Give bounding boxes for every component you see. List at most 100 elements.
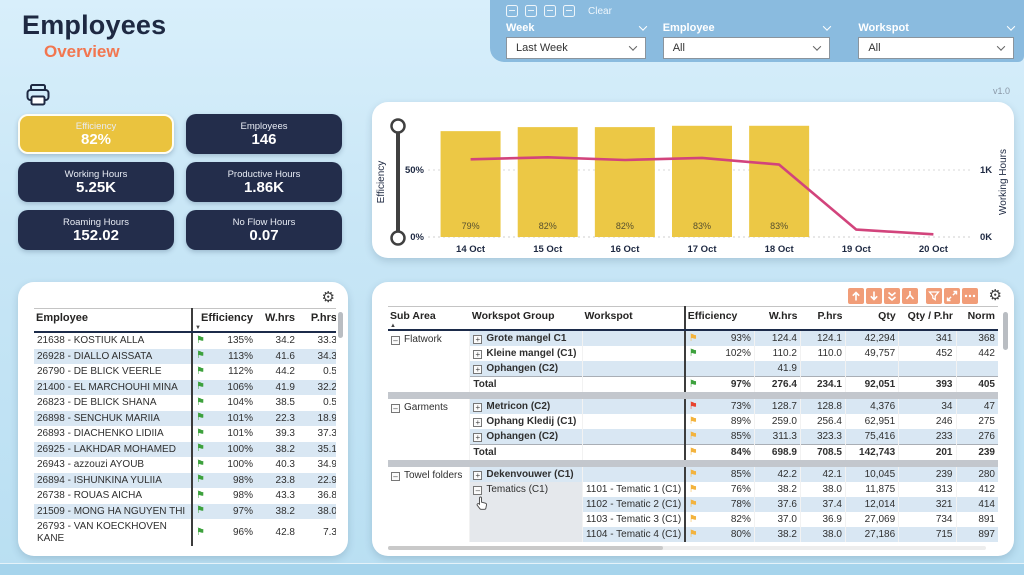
employee-row[interactable]: 26738 - ROUAS AICHA⚑98%43.336.8 [34,488,336,504]
collapse-icon[interactable]: – [391,404,400,413]
column-header-norm[interactable]: Norm [956,307,998,331]
employee-filter-header[interactable]: Employee [663,20,831,35]
date-preset-icon-1-icon[interactable] [506,5,518,17]
employee-row[interactable]: 21400 - EL MARCHOUHI MINA⚑106%41.932.2 [34,380,336,396]
employee-row[interactable]: 26943 - azzouzi AYOUB⚑100%40.334.9 [34,457,336,473]
employee-row[interactable]: 26793 - VAN KOECKHOVEN KANE⚑96%42.87.3 [34,519,336,546]
workspot-row[interactable]: +Kleine mangel (C1)⚑102%110.2110.049,757… [388,346,998,361]
flag-icon: ⚑ [689,500,698,510]
workspot-row[interactable]: –Garments+Metricon (C2)⚑73%128.7128.84,3… [388,399,998,414]
column-header-qty[interactable]: Qty [845,307,898,331]
workspot-row[interactable]: +Ophangen (C2)⚑85%311.3323.375,416233276 [388,429,998,445]
expand-icon[interactable]: + [473,335,482,344]
expand-icon[interactable]: + [473,365,482,374]
efficiency-working-hours-chart[interactable]: EfficiencyWorking Hours50%0%1K0K79%82%82… [372,102,1014,258]
date-preset-icon-4-icon[interactable] [563,5,575,17]
vertical-scrollbar[interactable] [338,312,343,338]
employee-name-cell: 26925 - LAKHDAR MOHAMED [34,442,192,458]
kpi-card-roaming-hours[interactable]: Roaming Hours152.02 [18,210,174,250]
column-header-efficiency[interactable]: Efficiency▼ [192,309,256,333]
workspot-row[interactable]: +Ophangen (C2)41.9 [388,361,998,377]
gear-icon[interactable]: ⚙ [322,290,335,305]
collapse-icon[interactable]: – [391,472,400,481]
column-header-efficiency[interactable]: Efficiency [685,307,755,331]
column-header-workspotgroup[interactable]: Workspot Group [470,307,583,331]
kpi-card-productive-hours[interactable]: Productive Hours1.86K [186,162,342,202]
column-header-employee[interactable]: Employee [34,309,192,333]
focus-mode-button[interactable] [944,288,960,304]
efficiency-bars[interactable]: 79%82%82%83%83% [441,126,810,237]
employee-row[interactable]: 26898 - SENCHUK MARIIA⚑101%22.318.9 [34,411,336,427]
kpi-value: 0.07 [249,228,278,244]
week-filter: Week Last Week [506,20,646,59]
flag-icon: ⚑ [689,349,698,359]
workspot-row[interactable]: –Tematics (C1)1101 - Tematic 1 (C1)⚑76%3… [388,482,998,497]
employee-dropdown[interactable]: All [663,37,831,59]
efficiency-value: 84% [731,447,751,458]
column-header-whrs[interactable]: W.hrs [256,309,298,333]
employee-row[interactable]: 21638 - KOSTIUK ALLA⚑135%34.233.3 [34,332,336,349]
date-preset-icon-3-icon[interactable] [544,5,556,17]
horizontal-scrollbar[interactable] [388,546,986,550]
employee-row[interactable]: 21509 - MONG HA NGUYEN THI⚑97%38.238.0 [34,504,336,520]
efficiency-value: 101% [227,413,253,424]
workspot-dropdown[interactable]: All [858,37,1014,59]
norm-cell: 442 [956,346,998,361]
week-filter-header[interactable]: Week [506,20,646,35]
efficiency-cell: ⚑82% [685,512,755,527]
p-hrs-cell: 37.3 [298,426,336,442]
workspot-filter-header[interactable]: Workspot [858,20,1014,35]
expand-icon[interactable]: + [473,471,482,480]
go-to-next-level-button[interactable] [884,288,900,304]
workspot-row[interactable]: Total⚑84%698.9708.5142,743201239 [388,445,998,461]
p-hrs-cell: 22.9 [298,473,336,489]
column-header-workspot[interactable]: Workspot [582,307,684,331]
kpi-card-working-hours[interactable]: Working Hours5.25K [18,162,174,202]
drill-down-button[interactable] [866,288,882,304]
workspot-group-label: Ophangen (C2) [486,363,558,374]
employee-row[interactable]: 26925 - LAKHDAR MOHAMED⚑100%38.235.1 [34,442,336,458]
expand-icon[interactable]: + [473,433,482,442]
expand-icon[interactable]: + [473,350,482,359]
column-header-phrs[interactable]: P.hrs [800,307,845,331]
employee-table: EmployeeEfficiency▼W.hrsP.hrs21638 - KOS… [34,308,336,546]
employee-row[interactable]: 26928 - DIALLO AISSATA⚑113%41.634.3 [34,349,336,365]
drill-up-button[interactable] [848,288,864,304]
employee-row[interactable]: 26790 - DE BLICK VEERLE⚑112%44.20.5 [34,364,336,380]
employee-row[interactable]: 26893 - DIACHENKO LIDIIA⚑101%39.337.3 [34,426,336,442]
column-header-qtyphr[interactable]: Qty / P.hr [899,307,956,331]
right-axis-title: Working Hours [998,149,1009,215]
expand-icon[interactable]: + [473,403,482,412]
workspot-row[interactable]: Total⚑97%276.4234.192,051393405 [388,377,998,393]
flag-icon: ⚑ [196,351,205,361]
kpi-card-no-flow-hours[interactable]: No Flow Hours0.07 [186,210,342,250]
gear-icon[interactable]: ⚙ [989,288,1002,303]
expand-icon[interactable]: + [473,418,482,427]
kpi-card-efficiency[interactable]: Efficiency82% [18,114,174,154]
p-hrs-cell: 35.1 [298,442,336,458]
chart-zoom-slider[interactable] [392,120,405,245]
print-button[interactable] [25,83,51,110]
employee-row[interactable]: 26823 - DE BLICK SHANA⚑104%38.50.5 [34,395,336,411]
more-options-button[interactable] [962,288,978,304]
workspot-row[interactable]: –Towel folders+Dekenvouwer (C1)⚑85%42.24… [388,467,998,482]
employee-row[interactable]: 26894 - ISHUNKINA YULIIA⚑98%23.822.9 [34,473,336,489]
column-header-whrs[interactable]: W.hrs [754,307,800,331]
workspot-row[interactable]: +Ophang Kledij (C1)⚑89%259.0256.462,9512… [388,414,998,429]
efficiency-value: 100% [227,444,253,455]
filter-button[interactable] [926,288,942,304]
efficiency-value: 76% [731,484,751,495]
collapse-icon[interactable]: – [391,336,400,345]
date-preset-icon-2-icon[interactable] [525,5,537,17]
vertical-scrollbar[interactable] [1003,312,1008,350]
column-header-subarea[interactable]: Sub Area▲ [388,307,470,331]
efficiency-value: 102% [725,348,751,359]
expand-all-button[interactable] [902,288,918,304]
week-dropdown[interactable]: Last Week [506,37,646,59]
clear-filters-button[interactable]: Clear [588,6,612,17]
workspot-row[interactable]: –Flatwork+Grote mangel C1⚑93%124.4124.14… [388,330,998,346]
norm-cell: 412 [956,482,998,497]
kpi-card-employees[interactable]: Employees146 [186,114,342,154]
column-header-phrs[interactable]: P.hrs [298,309,336,333]
collapse-icon[interactable]: – [473,486,482,495]
